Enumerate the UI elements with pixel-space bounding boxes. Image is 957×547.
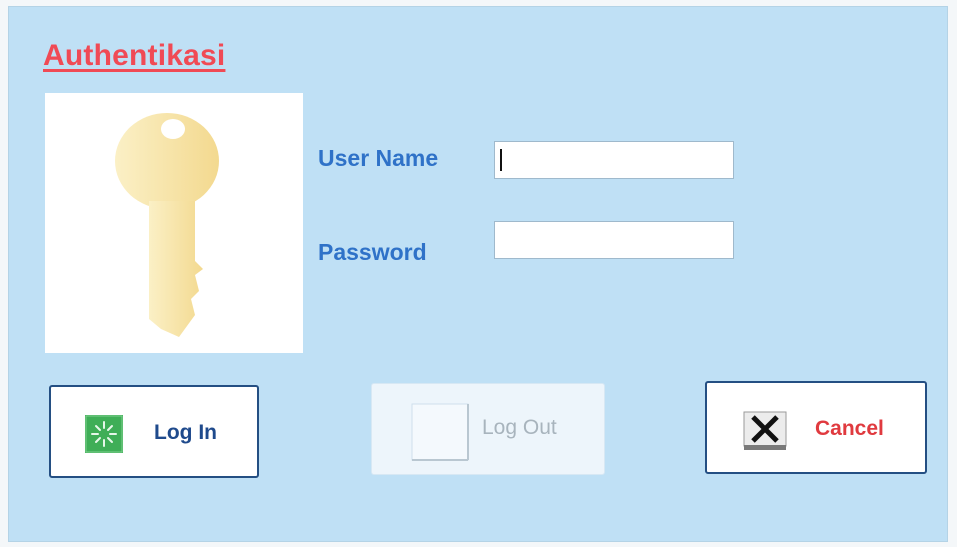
key-icon: [115, 113, 219, 337]
form-title: Authentikasi: [43, 39, 226, 72]
login-button[interactable]: Log In: [49, 385, 259, 478]
text-caret: [500, 149, 502, 171]
login-button-label: Log In: [154, 421, 217, 444]
logout-button[interactable]: Log Out: [371, 383, 605, 475]
username-label: User Name: [318, 145, 439, 171]
username-input[interactable]: [494, 141, 734, 179]
authentication-form: Authentikasi User Name Password Log In L…: [8, 6, 948, 542]
logout-button-label: Log Out: [482, 416, 557, 439]
cancel-button-label: Cancel: [815, 417, 884, 440]
password-input[interactable]: [494, 221, 734, 259]
close-icon: [743, 411, 787, 450]
cancel-button[interactable]: Cancel: [705, 381, 927, 474]
login-icon: [85, 415, 123, 453]
key-image-panel: [45, 93, 303, 353]
password-label: Password: [318, 239, 427, 265]
blank-icon: [411, 403, 469, 461]
